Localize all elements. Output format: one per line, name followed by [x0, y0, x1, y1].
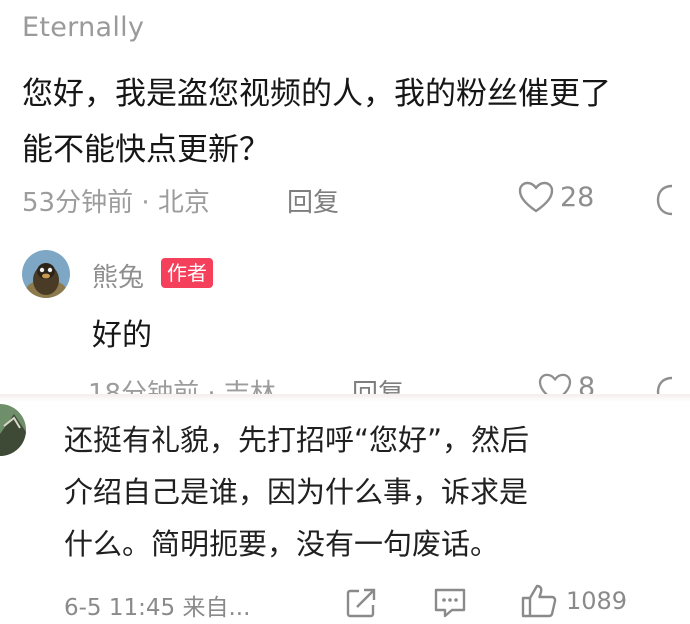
- bottom-comment-text: 还挺有礼貌，先打招呼“您好”，然后 介绍自己是谁，因为什么事，诉求是 什么。简明…: [64, 414, 664, 570]
- chevron-edge-icon[interactable]: [652, 180, 690, 227]
- bottom-comment-line-2: 介绍自己是谁，因为什么事，诉求是: [64, 475, 529, 509]
- avatar[interactable]: [22, 250, 70, 298]
- comment-text-line-1: 您好，我是盗您视频的人，我的粉丝催更了: [22, 76, 611, 112]
- comment-text: 您好，我是盗您视频的人，我的粉丝催更了 能不能快点更新？: [22, 66, 690, 178]
- bottom-like-button[interactable]: 1089: [520, 583, 627, 619]
- comment-button[interactable]: [432, 586, 468, 624]
- heart-icon: [518, 181, 554, 213]
- thumbs-up-icon: [521, 584, 557, 618]
- comment-username[interactable]: Eternally: [22, 12, 144, 43]
- comment-text-line-2: 能不能快点更新？: [22, 132, 270, 168]
- avatar[interactable]: [0, 404, 26, 456]
- comment-like-count: 28: [560, 181, 595, 213]
- share-icon: [346, 588, 376, 618]
- bottom-comment-line-1: 还挺有礼貌，先打招呼“您好”，然后: [64, 423, 530, 457]
- bottom-like-count: 1089: [566, 587, 628, 615]
- bottom-comment-line-3: 什么。简明扼要，没有一句废话。: [64, 527, 500, 561]
- reply-text: 好的: [92, 318, 152, 353]
- comment-like-button[interactable]: 28: [518, 181, 594, 213]
- share-button[interactable]: [344, 586, 378, 624]
- bottom-comment-meta: 6-5 11:45 来自...: [64, 595, 251, 621]
- comment-icon: [434, 588, 466, 618]
- comment-meta: 53分钟前 · 北京: [22, 188, 210, 218]
- reply-username[interactable]: 熊兔: [92, 257, 144, 294]
- comment-reply-button[interactable]: 回复: [287, 182, 339, 219]
- screenshot-seam: [0, 394, 690, 402]
- author-badge: 作者: [161, 258, 213, 288]
